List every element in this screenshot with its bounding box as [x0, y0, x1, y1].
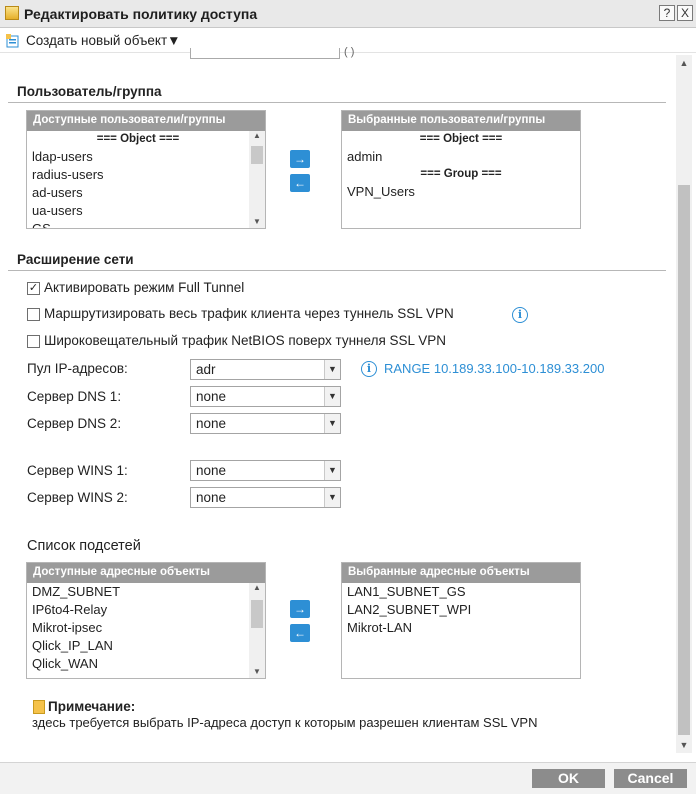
- scroll-thumb[interactable]: [251, 600, 263, 628]
- help-button[interactable]: ?: [659, 5, 675, 21]
- ok-button[interactable]: OK: [532, 769, 605, 788]
- scroll-down-icon[interactable]: ▼: [676, 737, 692, 753]
- chevron-down-icon[interactable]: ▼: [324, 461, 340, 480]
- available-users-list[interactable]: Доступные пользователи/группы === Object…: [26, 110, 266, 229]
- dialog-footer: OK Cancel: [0, 762, 696, 794]
- remove-subnet-button[interactable]: ←: [290, 624, 310, 642]
- list-scrollbar[interactable]: ▲ ▼: [249, 583, 265, 678]
- create-object-menu[interactable]: Создать новый объект▼: [26, 33, 181, 48]
- list-item[interactable]: LAN2_SUBNET_WPI: [342, 601, 580, 619]
- list-item[interactable]: Qlick_IP_LAN: [27, 637, 265, 655]
- scroll-down-icon[interactable]: ▼: [249, 665, 265, 678]
- add-subnet-button[interactable]: →: [290, 600, 310, 618]
- ip-range-text: RANGE 10.189.33.100-10.189.33.200: [384, 361, 605, 376]
- main-scrollbar[interactable]: ▲ ▼: [676, 55, 692, 753]
- divider: [8, 270, 666, 271]
- note-icon: [33, 700, 45, 714]
- route-all-traffic-label: Маршрутизировать весь трафик клиента чер…: [44, 306, 454, 321]
- chevron-down-icon[interactable]: ▼: [324, 387, 340, 406]
- chevron-down-icon[interactable]: ▼: [324, 360, 340, 379]
- list-item[interactable]: Qlick_WAN: [27, 655, 265, 673]
- wins2-label: Сервер WINS 2:: [27, 490, 128, 505]
- cut-off-text: ( ): [344, 46, 355, 58]
- wins1-label: Сервер WINS 1:: [27, 463, 128, 478]
- netbios-label: Широковещательный трафик NetBIOS поверх …: [44, 333, 447, 348]
- title-bar: Редактировать политику доступа ? X: [0, 0, 696, 28]
- list-item[interactable]: radius-users: [27, 166, 265, 184]
- info-icon[interactable]: i: [512, 307, 528, 323]
- list-group-label: === Object ===: [96, 133, 180, 145]
- add-user-button[interactable]: →: [290, 150, 310, 168]
- list-item[interactable]: LAN1_SUBNET_GS: [342, 583, 580, 601]
- note-text: здесь требуется выбрать IP-адреса доступ…: [32, 715, 538, 730]
- subnets-section-title: Список подсетей: [27, 538, 141, 554]
- list-group-label: === Object ===: [419, 133, 503, 145]
- create-object-icon: [6, 34, 19, 48]
- list-item[interactable]: ad-users: [27, 184, 265, 202]
- list-item[interactable]: GS: [27, 220, 265, 228]
- app-icon: [5, 6, 19, 20]
- list-item[interactable]: DMZ_SUBNET: [27, 583, 265, 601]
- ip-pool-label: Пул IP-адресов:: [27, 361, 128, 376]
- cancel-button[interactable]: Cancel: [614, 769, 687, 788]
- wins2-value: none: [196, 490, 227, 505]
- full-tunnel-checkbox[interactable]: ✓: [27, 282, 40, 295]
- list-group-label: === Group ===: [420, 168, 502, 180]
- list-item[interactable]: IP6to4-Relay: [27, 601, 265, 619]
- wins2-select[interactable]: none ▼: [190, 487, 341, 508]
- close-button[interactable]: X: [677, 5, 693, 21]
- list-item[interactable]: Mikrot-LAN: [342, 619, 580, 637]
- dns2-select[interactable]: none ▼: [190, 413, 341, 434]
- ip-pool-select[interactable]: adr ▼: [190, 359, 341, 380]
- users-section-title: Пользователь/группа: [17, 84, 162, 99]
- network-section-title: Расширение сети: [17, 252, 134, 267]
- netbios-checkbox[interactable]: [27, 335, 40, 348]
- chevron-down-icon[interactable]: ▼: [324, 488, 340, 507]
- scroll-down-icon[interactable]: ▼: [249, 215, 265, 228]
- list-item[interactable]: admin: [342, 148, 580, 166]
- cut-off-field[interactable]: [190, 48, 340, 59]
- dns1-label: Сервер DNS 1:: [27, 389, 122, 404]
- selected-users-header: Выбранные пользователи/группы: [342, 111, 580, 131]
- selected-subnets-header: Выбранные адресные объекты: [342, 563, 580, 583]
- dns2-label: Сервер DNS 2:: [27, 416, 122, 431]
- full-tunnel-label: Активировать режим Full Tunnel: [44, 280, 245, 295]
- list-scrollbar[interactable]: ▲ ▼: [249, 131, 265, 228]
- dns1-value: none: [196, 389, 227, 404]
- note-title: Примечание:: [48, 699, 136, 714]
- divider: [8, 102, 666, 103]
- ip-pool-value: adr: [196, 362, 216, 377]
- dns1-select[interactable]: none ▼: [190, 386, 341, 407]
- scroll-up-icon[interactable]: ▲: [249, 131, 265, 145]
- dns2-value: none: [196, 416, 227, 431]
- info-icon[interactable]: i: [361, 361, 377, 377]
- scroll-up-icon[interactable]: ▲: [676, 55, 692, 71]
- wins1-select[interactable]: none ▼: [190, 460, 341, 481]
- scroll-thumb[interactable]: [678, 185, 690, 735]
- remove-user-button[interactable]: ←: [290, 174, 310, 192]
- selected-users-list[interactable]: Выбранные пользователи/группы === Object…: [341, 110, 581, 229]
- scroll-up-icon[interactable]: ▲: [249, 583, 265, 597]
- route-all-traffic-checkbox[interactable]: [27, 308, 40, 321]
- window-title: Редактировать политику доступа: [24, 6, 258, 22]
- list-item[interactable]: ua-users: [27, 202, 265, 220]
- available-users-header: Доступные пользователи/группы: [27, 111, 265, 131]
- list-item[interactable]: ldap-users: [27, 148, 265, 166]
- list-item[interactable]: VPN_Users: [342, 183, 580, 201]
- available-subnets-header: Доступные адресные объекты: [27, 563, 265, 583]
- list-item[interactable]: Mikrot-ipsec: [27, 619, 265, 637]
- selected-subnets-list[interactable]: Выбранные адресные объекты LAN1_SUBNET_G…: [341, 562, 581, 679]
- available-subnets-list[interactable]: Доступные адресные объекты DMZ_SUBNET IP…: [26, 562, 266, 679]
- wins1-value: none: [196, 463, 227, 478]
- scroll-thumb[interactable]: [251, 146, 263, 164]
- chevron-down-icon[interactable]: ▼: [324, 414, 340, 433]
